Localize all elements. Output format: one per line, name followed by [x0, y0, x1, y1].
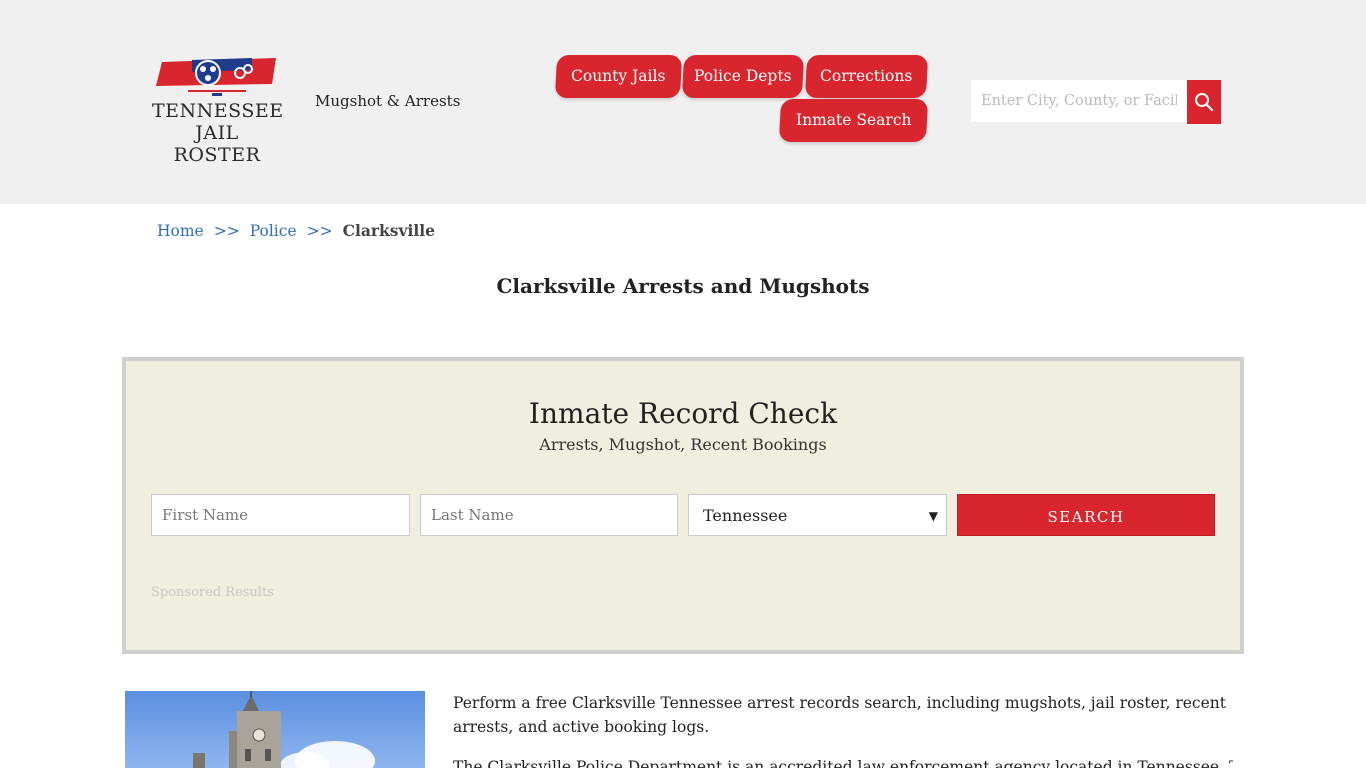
clarksville-building-photo [125, 691, 425, 768]
page-title: Clarksville Arrests and Mugshots [496, 274, 870, 298]
site-logo[interactable]: TENNESSEE JAIL ROSTER [152, 56, 284, 166]
site-tagline: Mugshot & Arrests [315, 92, 461, 110]
inmate-record-check-panel: Inmate Record Check Arrests, Mugshot, Re… [122, 357, 1244, 654]
sponsored-results-label: Sponsored Results [151, 585, 274, 600]
state-select[interactable]: Tennessee ▼ [688, 494, 947, 536]
search-button[interactable] [1187, 80, 1221, 124]
breadcrumb-police[interactable]: Police [250, 222, 297, 240]
nav-corrections[interactable]: Corrections [804, 55, 929, 98]
intro-paragraph: Perform a free Clarksville Tennessee arr… [453, 694, 1226, 736]
search-icon [1195, 93, 1214, 112]
nav-label: Corrections [820, 67, 913, 85]
breadcrumb-home[interactable]: Home [157, 222, 204, 240]
nav-inmate-search[interactable]: Inmate Search [778, 99, 929, 142]
last-name-input[interactable] [420, 494, 678, 536]
panel-subtitle: Arrests, Mugshot, Recent Bookings [539, 435, 827, 454]
chevron-down-icon: ▼ [928, 509, 938, 523]
breadcrumb-separator: >> [213, 222, 240, 240]
site-header: TENNESSEE JAIL ROSTER Mugshot & Arrests … [0, 0, 1366, 204]
breadcrumb: Home >> Police >> Clarksville [157, 221, 435, 240]
description-paragraph: The Clarksville Police Department is an … [453, 758, 1233, 768]
record-search-button[interactable]: SEARCH [957, 494, 1215, 536]
nav-label: Police Depts [694, 67, 792, 85]
nav-label: Inmate Search [795, 111, 912, 129]
state-select-value: Tennessee [703, 506, 788, 525]
breadcrumb-current: Clarksville [342, 221, 436, 240]
breadcrumb-separator: >> [306, 222, 333, 240]
logo-line1: TENNESSEE [152, 100, 284, 122]
logo-line2: JAIL ROSTER [173, 122, 261, 166]
nav-police-depts[interactable]: Police Depts [681, 55, 805, 98]
nav-county-jails[interactable]: County Jails [554, 55, 683, 98]
first-name-input[interactable] [151, 494, 410, 536]
tennessee-state-icon [156, 58, 276, 96]
nav-label: County Jails [571, 67, 666, 85]
location-search-input[interactable] [971, 80, 1187, 122]
panel-title: Inmate Record Check [528, 397, 838, 430]
